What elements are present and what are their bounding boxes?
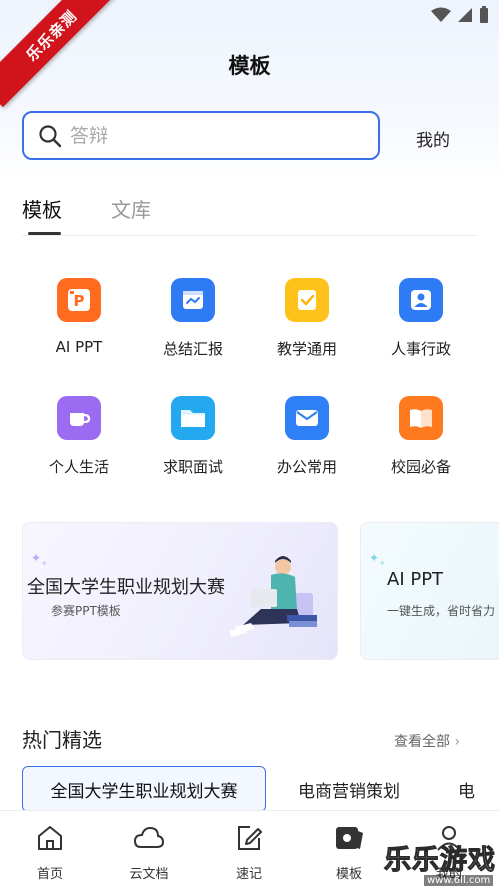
nav-label: 模板 bbox=[335, 867, 362, 882]
watermark-url: www.6ll.com bbox=[424, 875, 494, 886]
search-input[interactable] bbox=[70, 124, 350, 147]
nav-label: 首页 bbox=[36, 867, 63, 882]
popular-chip-row: 全国大学生职业规划大赛 电商营销策划 电 bbox=[22, 766, 499, 812]
nav-templates[interactable]: 模板 bbox=[304, 823, 394, 882]
template-icon bbox=[304, 823, 394, 853]
category-office[interactable]: 办公常用 bbox=[250, 396, 364, 477]
folder-icon bbox=[171, 396, 215, 440]
sparkle-icon: ✦ bbox=[369, 551, 380, 565]
my-templates-link[interactable]: 我的 bbox=[416, 126, 450, 151]
search-icon bbox=[39, 124, 62, 147]
tab-bar: 模板 文库 bbox=[22, 194, 477, 236]
page-title: 模板 bbox=[228, 54, 271, 78]
tab-library[interactable]: 文库 bbox=[111, 194, 151, 223]
banner-title: AI PPT bbox=[387, 569, 444, 590]
see-all-label: 查看全部 bbox=[394, 734, 450, 750]
sparkle-icon: ✦ bbox=[31, 551, 42, 565]
banner-title: 全国大学生职业规划大赛 bbox=[27, 577, 225, 598]
banner-ai-ppt[interactable]: ✦ ✦ AI PPT 一键生成，省时省力 bbox=[360, 522, 499, 660]
category-label: 校园必备 bbox=[390, 458, 451, 476]
checklist-icon bbox=[285, 278, 329, 322]
edit-note-icon bbox=[204, 823, 294, 853]
chip-ecommerce-planning[interactable]: 电商营销策划 bbox=[298, 766, 400, 812]
category-label: 教学通用 bbox=[276, 340, 337, 358]
nav-label: 云文档 bbox=[129, 867, 169, 882]
category-ai-ppt[interactable]: P AI PPT bbox=[22, 278, 136, 356]
category-job-interview[interactable]: 求职面试 bbox=[136, 396, 250, 477]
mail-icon bbox=[285, 396, 329, 440]
nav-home[interactable]: 首页 bbox=[5, 823, 95, 882]
chip-truncated[interactable]: 电 bbox=[458, 766, 475, 812]
category-label: AI PPT bbox=[55, 338, 103, 356]
tab-indicator bbox=[28, 232, 61, 235]
status-bar bbox=[431, 6, 489, 24]
coffee-cup-icon bbox=[57, 396, 101, 440]
watermark: 乐乐游戏 www.6ll.com bbox=[384, 838, 499, 888]
nav-quick-notes[interactable]: 速记 bbox=[204, 823, 294, 882]
book-icon bbox=[399, 396, 443, 440]
category-label: 办公常用 bbox=[276, 458, 337, 476]
category-hr-admin[interactable]: 人事行政 bbox=[364, 278, 478, 359]
nav-label: 速记 bbox=[235, 867, 262, 882]
battery-icon bbox=[480, 6, 488, 23]
category-label: 人事行政 bbox=[390, 340, 451, 358]
banner-subtitle: 参赛PPT模板 bbox=[51, 604, 121, 618]
category-label: 总结汇报 bbox=[162, 340, 223, 358]
banner-subtitle: 一键生成，省时省力 bbox=[387, 604, 496, 618]
tab-templates[interactable]: 模板 bbox=[22, 194, 62, 223]
svg-text:P: P bbox=[74, 292, 85, 310]
category-summary-report[interactable]: 总结汇报 bbox=[136, 278, 250, 359]
chip-career-contest[interactable]: 全国大学生职业规划大赛 bbox=[22, 766, 266, 812]
chart-report-icon bbox=[171, 278, 215, 322]
category-label: 个人生活 bbox=[48, 458, 109, 476]
search-box[interactable] bbox=[22, 111, 380, 160]
popular-section-title: 热门精选 bbox=[22, 728, 102, 752]
ppt-icon: P bbox=[57, 278, 101, 322]
category-campus[interactable]: 校园必备 bbox=[364, 396, 478, 477]
see-all-link[interactable]: 查看全部 › bbox=[394, 731, 460, 751]
student-illustration bbox=[229, 556, 317, 637]
wifi-icon bbox=[431, 7, 451, 22]
sparkle-icon: ✦ bbox=[41, 559, 48, 568]
sparkle-icon: ✦ bbox=[379, 559, 386, 568]
category-personal-life[interactable]: 个人生活 bbox=[22, 396, 136, 477]
chevron-right-icon: › bbox=[454, 734, 461, 750]
banner-carousel: ✦ ✦ 全国大学生职业规划大赛 参赛PPT模板 ✦ ✦ AI PPT 一键生成，… bbox=[22, 522, 499, 660]
cloud-icon bbox=[104, 823, 194, 853]
banner-career-contest[interactable]: ✦ ✦ 全国大学生职业规划大赛 参赛PPT模板 bbox=[22, 522, 338, 660]
watermark-text: 乐乐游戏 bbox=[384, 845, 496, 877]
category-label: 求职面试 bbox=[162, 458, 223, 476]
signal-icon bbox=[458, 8, 472, 22]
category-teaching[interactable]: 教学通用 bbox=[250, 278, 364, 359]
person-icon bbox=[399, 278, 443, 322]
nav-cloud-docs[interactable]: 云文档 bbox=[104, 823, 194, 882]
home-icon bbox=[5, 823, 95, 853]
